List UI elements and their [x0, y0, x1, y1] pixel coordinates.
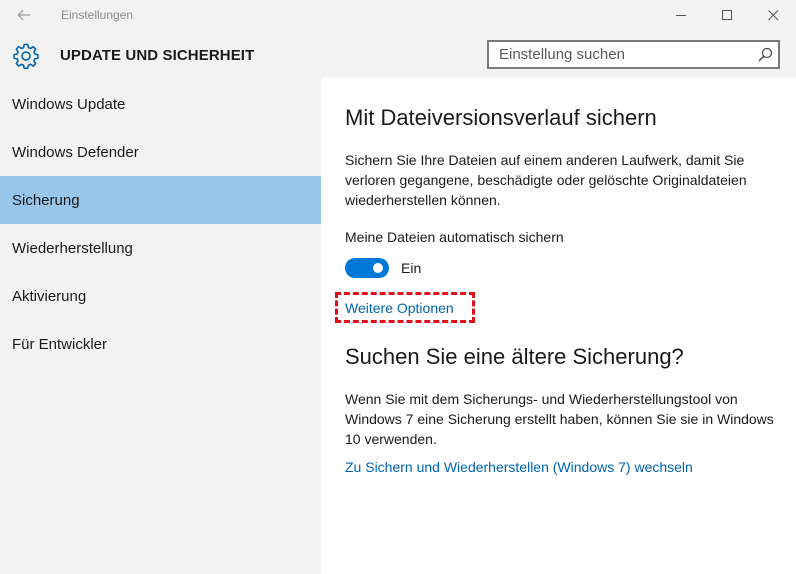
- sidebar-item-aktivierung[interactable]: Aktivierung: [0, 272, 321, 320]
- section-heading-older-backup: Suchen Sie eine ältere Sicherung?: [345, 344, 684, 369]
- search-input[interactable]: [489, 42, 751, 67]
- maximize-button[interactable]: [704, 0, 750, 30]
- back-arrow-icon: [17, 9, 30, 21]
- more-options-link[interactable]: Weitere Optionen: [345, 300, 454, 316]
- maximize-icon: [721, 9, 732, 20]
- title-bar: Einstellungen: [0, 0, 796, 30]
- app-title: Einstellungen: [61, 8, 134, 22]
- settings-window: Einstellungen UPDATE UND SICHERHEIT Eins…: [0, 0, 796, 574]
- sidebar-item-label: Windows Update: [12, 95, 126, 113]
- sidebar-item-label: Sicherung: [12, 191, 80, 209]
- backup-description: Sichern Sie Ihre Dateien auf einem ander…: [345, 152, 747, 208]
- main-content: Mit Dateiversionsverlauf sichern Sichern…: [321, 78, 796, 574]
- sidebar-item-label: Für Entwickler: [12, 335, 108, 353]
- older-backup-description: Wenn Sie mit dem Sicherungs- und Wiederh…: [345, 391, 774, 447]
- back-button[interactable]: [10, 4, 38, 26]
- search-icon[interactable]: [757, 46, 774, 63]
- sidebar-item-label: Windows Defender: [12, 143, 139, 161]
- page-header: UPDATE UND SICHERHEIT: [0, 30, 796, 78]
- auto-backup-toggle[interactable]: [345, 258, 389, 278]
- sidebar-item-wiederherstellung[interactable]: Wiederherstellung: [0, 224, 321, 272]
- toggle-state-text: Ein: [401, 260, 422, 276]
- search-box[interactable]: [487, 40, 780, 69]
- sidebar: Windows Update Windows Defender Sicherun…: [0, 78, 321, 574]
- sidebar-item-label: Wiederherstellung: [12, 239, 133, 257]
- gear-icon: [13, 43, 39, 69]
- sidebar-item-fuer-entwickler[interactable]: Für Entwickler: [0, 320, 321, 368]
- sidebar-item-sicherung[interactable]: Sicherung: [0, 176, 321, 224]
- sidebar-item-windows-update[interactable]: Windows Update: [0, 80, 321, 128]
- minimize-button[interactable]: [658, 0, 704, 30]
- section-heading-backup: Mit Dateiversionsverlauf sichern: [345, 105, 657, 130]
- toggle-knob: [373, 263, 383, 273]
- close-button[interactable]: [750, 0, 796, 30]
- sidebar-item-label: Aktivierung: [12, 287, 87, 305]
- windows7-backup-link[interactable]: Zu Sichern und Wiederherstellen (Windows…: [345, 459, 693, 475]
- close-icon: [767, 9, 778, 20]
- auto-backup-label: Meine Dateien automatisch sichern: [345, 229, 564, 245]
- minimize-icon: [675, 14, 686, 16]
- page-title: UPDATE UND SICHERHEIT: [60, 47, 255, 64]
- sidebar-item-windows-defender[interactable]: Windows Defender: [0, 128, 321, 176]
